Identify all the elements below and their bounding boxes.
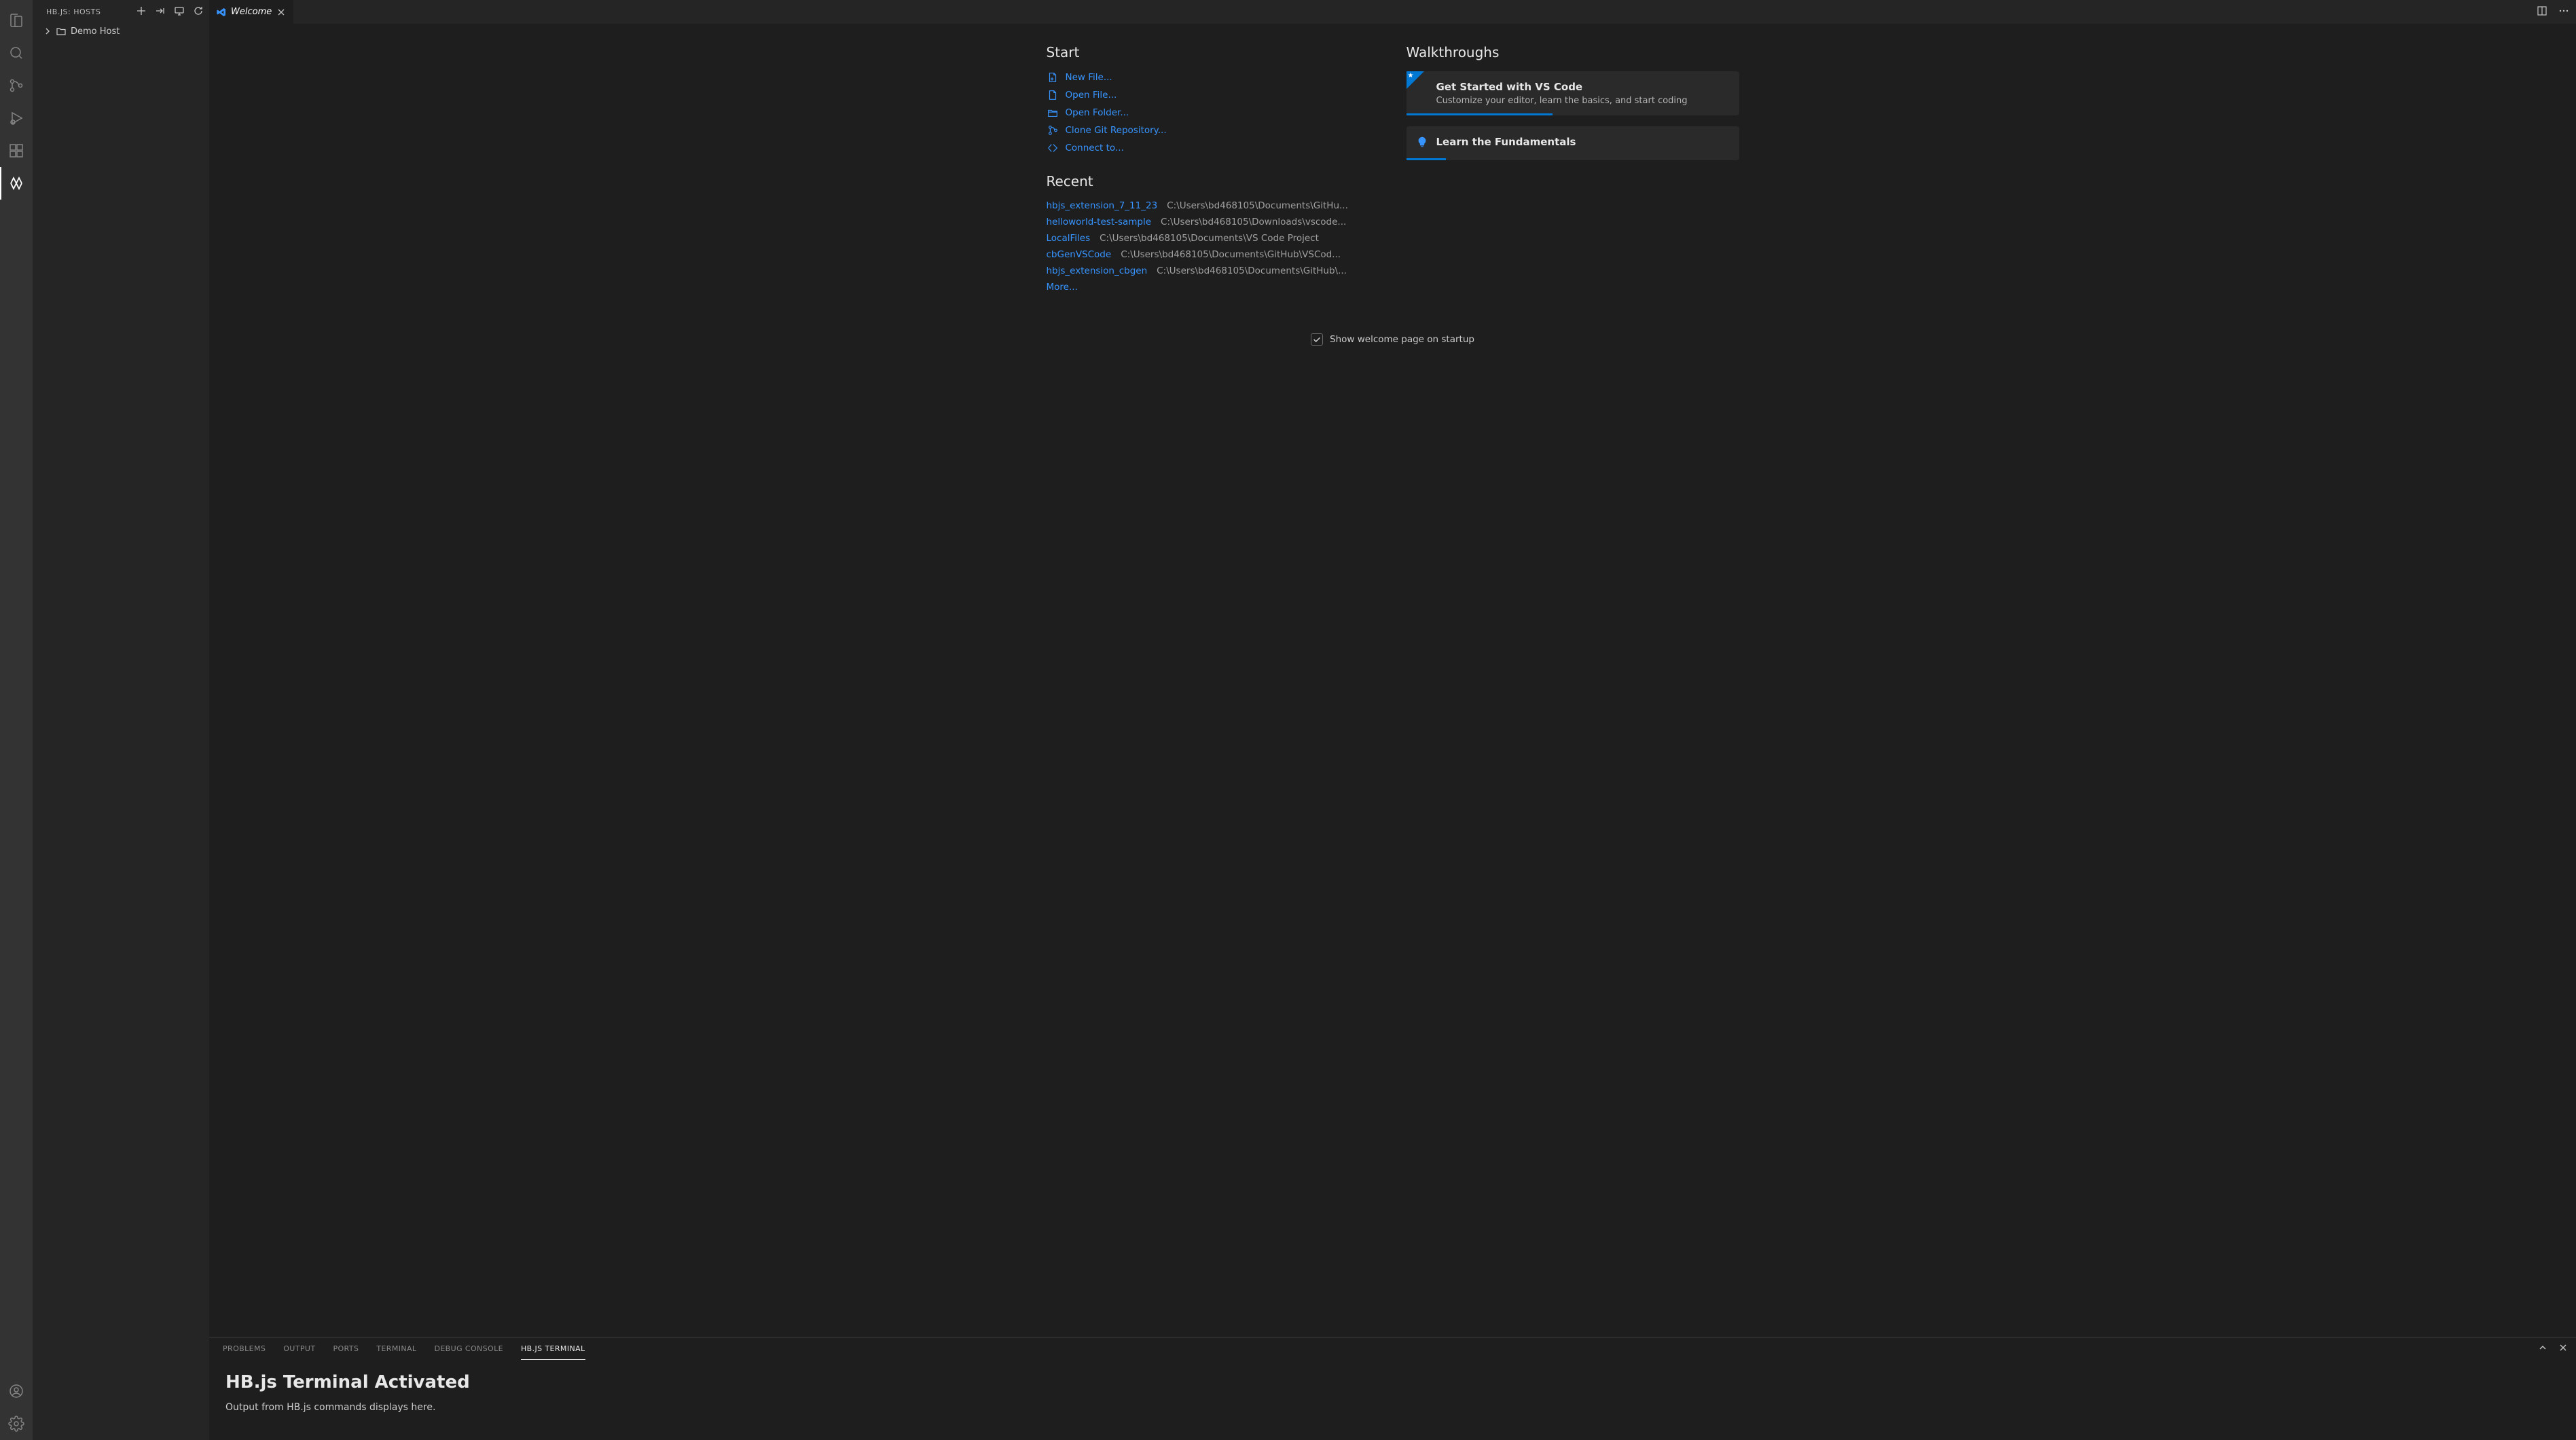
settings-gear-icon[interactable] [0, 1407, 33, 1440]
recent-name[interactable]: hbjs_extension_7_11_23 [1047, 200, 1158, 211]
start-clone-repo[interactable]: Clone Git Repository... [1047, 124, 1379, 136]
recent-item[interactable]: cbGenVSCode C:\Users\bd468105\Documents\G… [1047, 249, 1379, 260]
recent-name[interactable]: cbGenVSCode [1047, 249, 1112, 260]
panel-maximize-icon[interactable] [2538, 1343, 2547, 1355]
recent-heading: Recent [1047, 173, 1379, 189]
panel-heading: HB.js Terminal Activated [225, 1372, 2560, 1392]
tab-welcome[interactable]: Welcome [209, 0, 294, 24]
panel-tabs: PROBLEMS OUTPUT PORTS TERMINAL DEBUG CONSOLE… [209, 1337, 2576, 1360]
tab-strip: Welcome [209, 0, 2576, 24]
host-tree-label: Demo Host [71, 26, 120, 37]
recent-name[interactable]: helloworld-test-sample [1047, 217, 1152, 227]
close-tab-icon[interactable] [276, 7, 287, 18]
monitor-icon[interactable] [174, 5, 185, 18]
side-panel: HB.JS: HOSTS Demo Host [33, 0, 209, 1440]
bottom-panel: PROBLEMS OUTPUT PORTS TERMINAL DEBUG CONSOLE… [209, 1337, 2576, 1440]
walkthrough-title: Learn the Fundamentals [1436, 136, 1728, 148]
recent-item[interactable]: LocalFiles C:\Users\bd468105\Documents\VS… [1047, 233, 1379, 244]
more-actions-icon[interactable] [2558, 5, 2569, 19]
welcome-page: Start New File... Open File... Open Fold… [209, 24, 2576, 1337]
add-icon[interactable] [136, 5, 147, 18]
source-control-icon[interactable] [0, 69, 33, 102]
run-debug-icon[interactable] [0, 102, 33, 134]
star-icon: ★ [1408, 72, 1414, 79]
start-open-folder[interactable]: Open Folder... [1047, 107, 1379, 119]
start-heading: Start [1047, 44, 1379, 60]
refresh-icon[interactable] [193, 5, 204, 18]
walkthrough-progress [1407, 158, 1447, 160]
walkthrough-card[interactable]: ★ Get Started with VS Code Customize your … [1407, 71, 1739, 115]
side-panel-title: HB.JS: HOSTS [46, 7, 136, 16]
walkthrough-card[interactable]: Learn the Fundamentals [1407, 126, 1739, 160]
start-connect-to[interactable]: Connect to... [1047, 142, 1379, 154]
panel-tab[interactable]: OUTPUT [283, 1337, 315, 1360]
recent-more[interactable]: More... [1047, 282, 1078, 293]
panel-tab[interactable]: DEBUG CONSOLE [434, 1337, 503, 1360]
startup-checkbox-row: Show welcome page on startup [1047, 333, 1739, 346]
search-icon[interactable] [0, 37, 33, 69]
activity-bar [0, 0, 33, 1440]
hbjs-extension-icon[interactable] [0, 167, 33, 200]
walkthrough-desc: Customize your editor, learn the basics,… [1436, 96, 1728, 106]
accounts-icon[interactable] [0, 1375, 33, 1407]
side-panel-header: HB.JS: HOSTS [33, 0, 209, 24]
panel-tab[interactable]: PROBLEMS [223, 1337, 266, 1360]
recent-item[interactable]: helloworld-test-sample C:\Users\bd468105\… [1047, 217, 1379, 227]
recent-path: C:\Users\bd468105\Documents\GitHu... [1167, 200, 1348, 211]
recent-path: C:\Users\bd468105\Documents\GitHub\VSCod… [1121, 249, 1341, 260]
recent-name[interactable]: hbjs_extension_cbgen [1047, 265, 1148, 276]
recent-item[interactable]: hbjs_extension_cbgen C:\Users\bd468105\Do… [1047, 265, 1379, 276]
folder-icon [56, 26, 67, 37]
panel-tab[interactable]: PORTS [333, 1337, 359, 1360]
recent-item[interactable]: hbjs_extension_7_11_23 C:\Users\bd468105\… [1047, 200, 1379, 211]
host-tree-item[interactable]: Demo Host [33, 24, 209, 39]
editor-area: Welcome Start New File... [209, 0, 2576, 1440]
recent-path: C:\Users\bd468105\Downloads\vscode... [1161, 217, 1346, 227]
panel-body: HB.js Terminal Activated Output from HB.… [209, 1360, 2576, 1440]
chevron-right-icon [43, 27, 52, 35]
split-editor-icon[interactable] [2537, 5, 2547, 19]
vscode-logo-icon [216, 7, 227, 18]
recent-name[interactable]: LocalFiles [1047, 233, 1091, 244]
connect-icon[interactable] [155, 5, 166, 18]
tab-label: Welcome [231, 7, 272, 17]
lightbulb-icon [1416, 136, 1428, 151]
start-open-file[interactable]: Open File... [1047, 89, 1379, 101]
panel-text: Output from HB.js commands displays here… [225, 1402, 2560, 1413]
walkthrough-title: Get Started with VS Code [1436, 81, 1728, 93]
explorer-icon[interactable] [0, 4, 33, 37]
walkthroughs-heading: Walkthroughs [1407, 44, 1739, 60]
panel-close-icon[interactable] [2558, 1343, 2568, 1355]
recent-path: C:\Users\bd468105\Documents\VS Code Proj… [1100, 233, 1319, 244]
startup-checkbox[interactable] [1311, 333, 1323, 346]
recent-path: C:\Users\bd468105\Documents\GitHub\... [1157, 265, 1347, 276]
panel-tab[interactable]: HB.JS TERMINAL [521, 1337, 585, 1360]
start-new-file[interactable]: New File... [1047, 71, 1379, 84]
panel-tab[interactable]: TERMINAL [376, 1337, 416, 1360]
walkthrough-progress [1407, 113, 1553, 115]
extensions-icon[interactable] [0, 134, 33, 167]
startup-checkbox-label: Show welcome page on startup [1330, 334, 1474, 345]
